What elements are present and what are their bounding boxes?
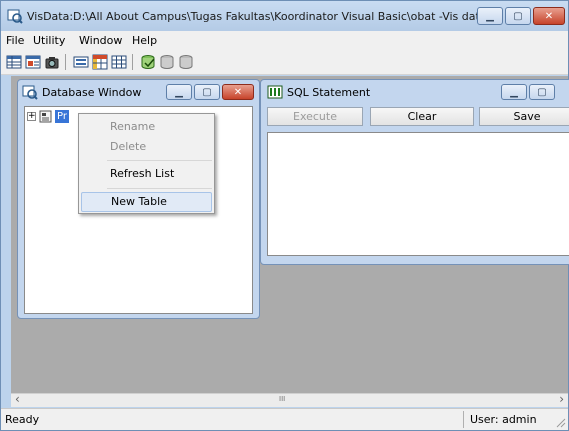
toolbar-separator — [132, 54, 133, 70]
toolbar-separator — [65, 54, 66, 70]
execute-button[interactable]: Execute — [267, 107, 363, 126]
minimize-button[interactable]: ▁ — [477, 7, 503, 25]
tree-node-selected[interactable]: Pr — [55, 110, 69, 123]
menu-utility[interactable]: Utility — [33, 34, 65, 47]
sql-statement-textarea[interactable] — [267, 132, 569, 256]
save-button[interactable]: Save — [479, 107, 569, 126]
status-user: User: admin — [463, 411, 553, 428]
dynaset-type-icon[interactable] — [25, 54, 41, 70]
grid-icon[interactable] — [111, 54, 127, 70]
maximize-button[interactable]: ▢ — [505, 7, 531, 25]
database-window-title-bar[interactable]: Database Window ▁ ▢ ✕ — [18, 80, 259, 104]
horizontal-scrollbar[interactable]: ‹ III › — [11, 392, 568, 407]
app-window: VisData:D:\All About Campus\Tugas Fakult… — [0, 0, 569, 431]
resize-grip-icon[interactable] — [554, 416, 566, 428]
snapshot-type-icon[interactable] — [44, 54, 60, 70]
toolbar — [1, 49, 568, 75]
context-menu-refresh-list[interactable]: Refresh List — [81, 164, 212, 184]
maximize-icon: ▢ — [202, 86, 212, 98]
status-text: Ready — [5, 413, 40, 426]
visdata-app-icon — [7, 9, 23, 24]
clear-button[interactable]: Clear — [370, 107, 474, 126]
minimize-icon: ▁ — [175, 86, 183, 98]
close-icon: ✕ — [233, 86, 243, 98]
sql-statement-window[interactable]: SQL Statement ▁ ▢ Execute Clear Save — [260, 79, 569, 265]
menu-help[interactable]: Help — [132, 34, 157, 47]
title-bar[interactable]: VisData:D:\All About Campus\Tugas Fakult… — [1, 1, 568, 31]
begin-transaction-icon[interactable] — [140, 54, 156, 70]
maximize-icon: ▢ — [537, 86, 547, 98]
menu-window[interactable]: Window — [79, 34, 122, 47]
context-menu-separator — [107, 188, 212, 189]
dbgrid-icon[interactable] — [92, 54, 108, 70]
database-window-title: Database Window — [42, 86, 142, 99]
sql-window-title: SQL Statement — [287, 86, 371, 99]
minimize-icon: ▁ — [510, 86, 518, 98]
table-type-icon[interactable] — [6, 54, 22, 70]
commit-icon[interactable] — [159, 54, 175, 70]
minimize-icon: ▁ — [486, 10, 494, 22]
menu-file[interactable]: File — [6, 34, 24, 47]
sql-icon — [267, 85, 283, 99]
close-button[interactable]: ✕ — [533, 7, 565, 25]
scroll-left-arrow-icon[interactable]: ‹ — [15, 392, 20, 406]
sql-window-title-bar[interactable]: SQL Statement ▁ ▢ — [261, 80, 569, 104]
window-title: VisData:D:\All About Campus\Tugas Fakult… — [27, 10, 501, 23]
context-menu-new-table[interactable]: New Table — [81, 192, 212, 212]
status-bar: Ready User: admin — [1, 408, 568, 430]
sql-window-minimize-button[interactable]: ▁ — [501, 84, 527, 100]
database-window-icon — [22, 85, 38, 100]
close-icon: ✕ — [544, 10, 554, 22]
properties-icon — [39, 110, 52, 123]
scroll-thumb-grip-icon[interactable]: III — [279, 395, 285, 403]
database-window-maximize-button[interactable]: ▢ — [194, 84, 220, 100]
data-control-icon[interactable] — [73, 54, 89, 70]
tree-expand-icon[interactable]: + — [27, 112, 36, 121]
rollback-icon[interactable] — [178, 54, 194, 70]
scroll-right-arrow-icon[interactable]: › — [559, 392, 564, 406]
maximize-icon: ▢ — [513, 10, 523, 22]
context-menu-delete[interactable]: Delete — [81, 137, 212, 157]
database-window-close-button[interactable]: ✕ — [222, 84, 254, 100]
context-menu-rename[interactable]: Rename — [81, 117, 212, 137]
database-window-minimize-button[interactable]: ▁ — [166, 84, 192, 100]
context-menu-separator — [107, 160, 212, 161]
sql-window-maximize-button[interactable]: ▢ — [529, 84, 555, 100]
menu-bar: File Utility Window Help — [1, 31, 568, 49]
context-menu: Rename Delete Refresh List New Table — [78, 113, 215, 214]
